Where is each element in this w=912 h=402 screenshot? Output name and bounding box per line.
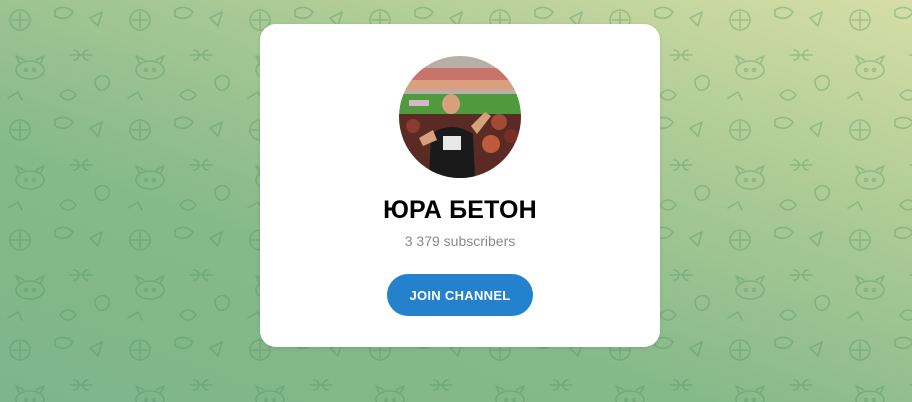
channel-card: ЮРА БЕТОН 3 379 subscribers JOIN CHANNEL	[260, 24, 660, 347]
subscriber-count: 3 379 subscribers	[404, 233, 516, 249]
channel-avatar-photo-icon	[399, 56, 521, 178]
join-channel-button[interactable]: JOIN CHANNEL	[387, 274, 533, 316]
channel-title: ЮРА БЕТОН	[383, 196, 537, 224]
channel-avatar	[399, 56, 521, 178]
